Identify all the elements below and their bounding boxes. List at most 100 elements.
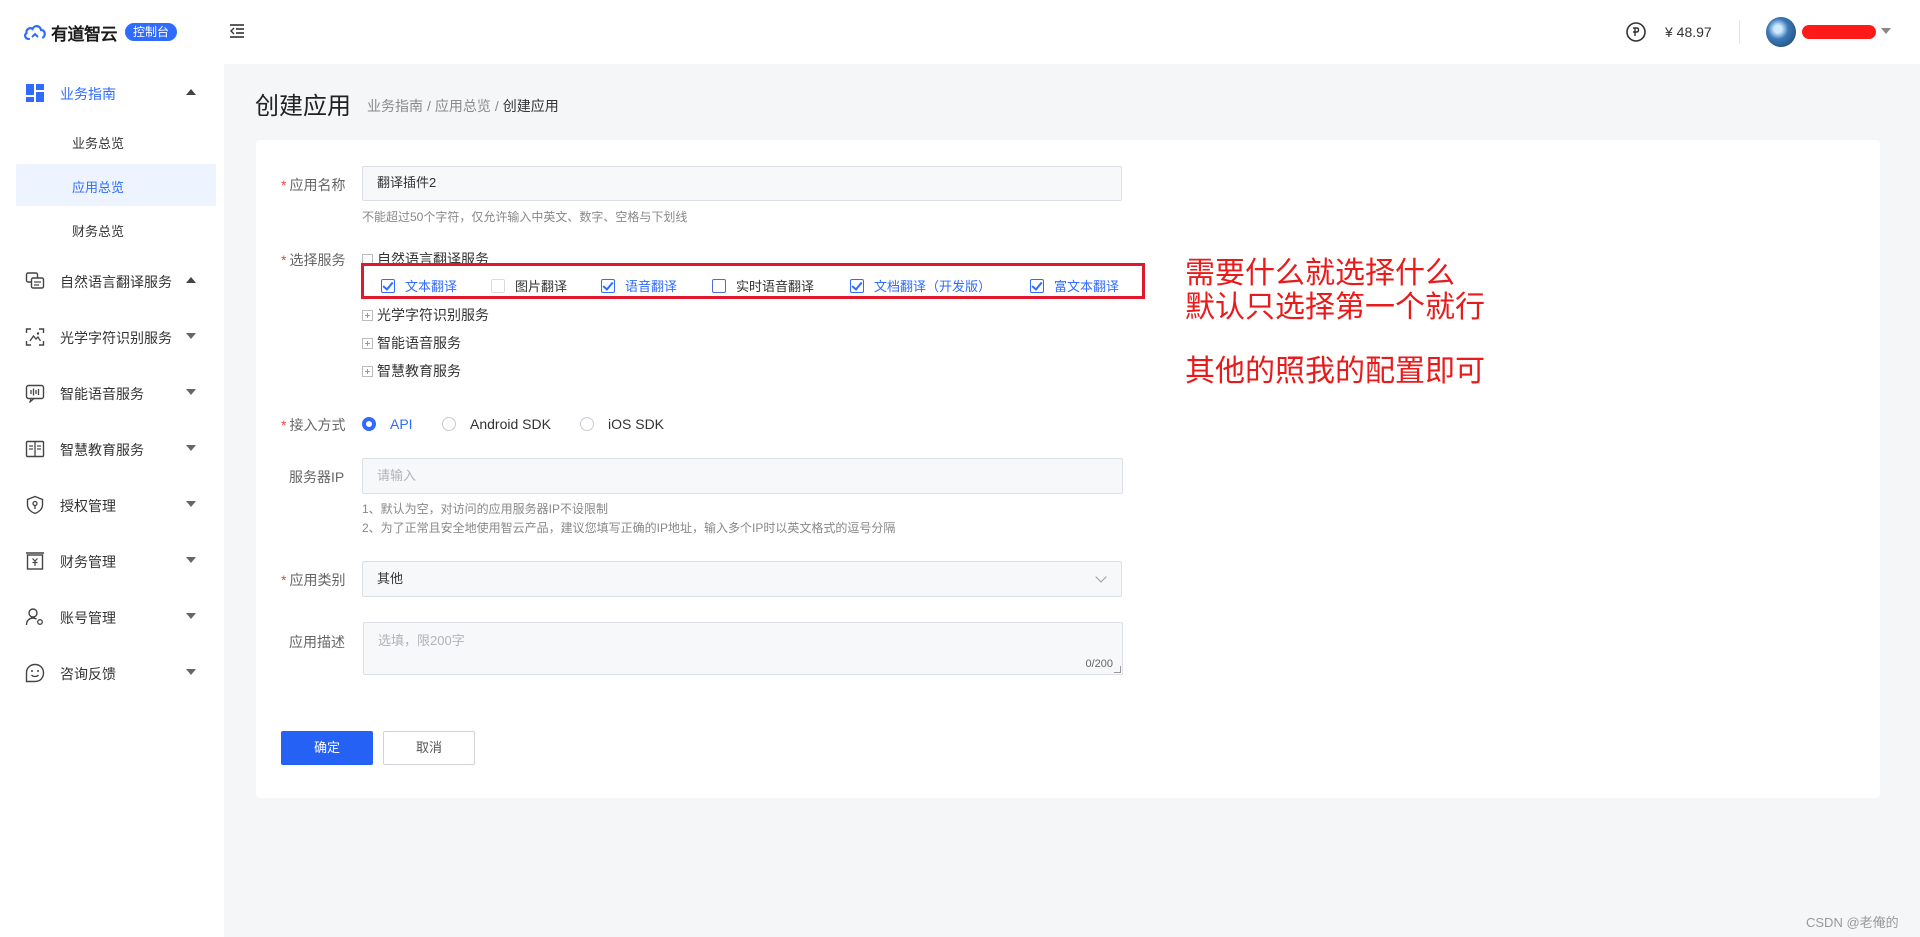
- radio[interactable]: [442, 417, 456, 431]
- server-ip-hint: 1、默认为空，对访问的应用服务器IP不设限制: [362, 502, 609, 516]
- top-header: 有道智云 控制台 ¥ 48.97: [0, 0, 1920, 64]
- confirm-button[interactable]: 确定: [281, 731, 373, 765]
- balance-icon[interactable]: [1625, 21, 1647, 43]
- breadcrumb-item[interactable]: 应用总览: [435, 98, 491, 114]
- account-icon: [25, 608, 43, 626]
- radio[interactable]: [362, 417, 376, 431]
- sidebar-group-feedback[interactable]: 咨询反馈: [0, 652, 224, 692]
- sidebar-group-label: 智能语音服务: [60, 386, 144, 402]
- sidebar-item-label: 业务总览: [72, 136, 125, 151]
- app-category-select[interactable]: 其他: [362, 561, 1122, 597]
- header-divider: [1739, 20, 1740, 44]
- chevron-down-icon[interactable]: [1881, 28, 1891, 34]
- page-title: 创建应用: [255, 93, 351, 120]
- voice-wave-icon: [25, 384, 45, 403]
- breadcrumb-separator: /: [427, 98, 431, 114]
- breadcrumb: 业务指南 / 应用总览 / 创建应用: [367, 96, 559, 116]
- expand-square-icon[interactable]: [362, 365, 373, 377]
- logo-text: 有道智云: [51, 24, 118, 44]
- chevron-down-icon: [1095, 571, 1107, 583]
- annotation-line: 其他的照我的配置即可: [1185, 354, 1485, 389]
- breadcrumb-item[interactable]: 业务指南: [367, 98, 423, 114]
- finance-icon: [26, 552, 44, 570]
- access-option-ios-sdk[interactable]: iOS SDK: [580, 416, 664, 432]
- watermark: CSDN @老俺的: [1806, 915, 1899, 930]
- sidebar-group-authorization[interactable]: 授权管理: [0, 484, 224, 524]
- radio[interactable]: [580, 417, 594, 431]
- username-redacted[interactable]: [1802, 25, 1876, 39]
- feedback-smile-icon: [25, 663, 45, 683]
- services-label: * 选择服务: [281, 252, 346, 268]
- chevron-down-icon: [186, 557, 196, 563]
- service-group-label: 光学字符识别服务: [377, 307, 489, 323]
- console-badge: 控制台: [125, 23, 178, 41]
- sidebar-group-label: 咨询反馈: [60, 666, 116, 682]
- app-description-textarea[interactable]: 选填，限200字 0/200: [363, 622, 1123, 675]
- select-value: 其他: [377, 571, 404, 586]
- dashboard-icon: [26, 84, 44, 102]
- sidebar-group-label: 授权管理: [60, 498, 116, 514]
- cloud-logo-icon: [24, 25, 46, 41]
- sidebar-group-label: 智慧教育服务: [60, 442, 144, 458]
- required-asterisk: *: [281, 177, 287, 193]
- expand-square-icon[interactable]: [362, 337, 373, 349]
- sidebar-item-app-overview[interactable]: 应用总览: [16, 164, 216, 206]
- resize-handle-icon[interactable]: [1114, 666, 1121, 673]
- sidebar-group-label: 业务指南: [60, 86, 116, 102]
- breadcrumb-separator: /: [494, 98, 499, 114]
- access-method-label: * 接入方式: [281, 417, 346, 433]
- textarea-placeholder: 选填，限200字: [378, 633, 465, 648]
- sidebar-group-voice[interactable]: 智能语音服务: [0, 372, 224, 412]
- chevron-down-icon: [186, 389, 196, 395]
- breadcrumb-current: 创建应用: [502, 98, 559, 114]
- required-asterisk: *: [281, 252, 287, 268]
- shield-key-icon: [26, 495, 44, 515]
- sidebar: 业务指南 业务总览 应用总览 财务总览 自然语言翻译服务 光学字符识别服务 智能…: [0, 64, 224, 937]
- sidebar-item-finance-overview[interactable]: 财务总览: [16, 208, 216, 250]
- expand-square-icon[interactable]: [362, 309, 373, 321]
- service-group-voice[interactable]: 智能语音服务: [362, 333, 461, 353]
- service-group-ocr[interactable]: 光学字符识别服务: [362, 305, 489, 325]
- sidebar-group-education[interactable]: 智慧教育服务: [0, 428, 224, 468]
- sidebar-group-account[interactable]: 账号管理: [0, 596, 224, 636]
- ocr-scan-icon: [25, 328, 45, 346]
- service-group-label: 智能语音服务: [377, 335, 461, 351]
- chevron-up-icon: [186, 89, 196, 95]
- chevron-up-icon: [186, 277, 196, 283]
- server-ip-label: 服务器IP: [289, 469, 345, 485]
- server-ip-hint: 2、为了正常且安全地使用智云产品，建议您填写正确的IP地址，输入多个IP时以英文…: [362, 521, 896, 535]
- access-option-android-sdk[interactable]: Android SDK: [442, 416, 551, 432]
- sidebar-group-business-guide[interactable]: 业务指南: [0, 72, 224, 112]
- sidebar-group-finance[interactable]: 财务管理: [0, 540, 224, 580]
- chevron-down-icon: [186, 613, 196, 619]
- translate-chat-icon: [25, 272, 45, 289]
- sidebar-group-label: 自然语言翻译服务: [60, 274, 172, 290]
- service-group-label: 智慧教育服务: [377, 363, 461, 379]
- avatar[interactable]: [1766, 17, 1796, 47]
- service-group-education[interactable]: 智慧教育服务: [362, 361, 461, 381]
- app-category-label: * 应用类别: [281, 572, 346, 588]
- book-icon: [25, 440, 45, 458]
- sidebar-item-label: 应用总览: [72, 180, 125, 195]
- chevron-down-icon: [186, 445, 196, 451]
- sidebar-group-nlp-translation[interactable]: 自然语言翻译服务: [0, 260, 224, 300]
- cancel-button[interactable]: 取消: [383, 731, 475, 765]
- logo[interactable]: 有道智云 控制台: [23, 20, 178, 44]
- required-asterisk: *: [281, 572, 287, 588]
- sidebar-group-label: 账号管理: [60, 610, 116, 626]
- app-name-input[interactable]: 翻译插件2: [362, 166, 1122, 201]
- annotation-line: 默认只选择第一个就行: [1185, 290, 1485, 325]
- menu-collapse-icon[interactable]: [228, 22, 246, 40]
- sidebar-item-business-overview[interactable]: 业务总览: [16, 120, 216, 162]
- sidebar-group-label: 光学字符识别服务: [60, 330, 172, 346]
- server-ip-input[interactable]: 请输入: [362, 458, 1123, 494]
- sidebar-group-ocr[interactable]: 光学字符识别服务: [0, 316, 224, 356]
- app-name-hint: 不能超过50个字符，仅允许输入中英文、数字、空格与下划线: [362, 210, 688, 224]
- app-name-label: * 应用名称: [281, 177, 346, 193]
- access-option-api[interactable]: API: [362, 416, 413, 432]
- chevron-down-icon: [186, 669, 196, 675]
- char-counter: 0/200: [1085, 658, 1113, 670]
- app-description-label: 应用描述: [289, 634, 345, 650]
- sidebar-group-label: 财务管理: [60, 554, 116, 570]
- annotation-highlight-box: [361, 263, 1145, 299]
